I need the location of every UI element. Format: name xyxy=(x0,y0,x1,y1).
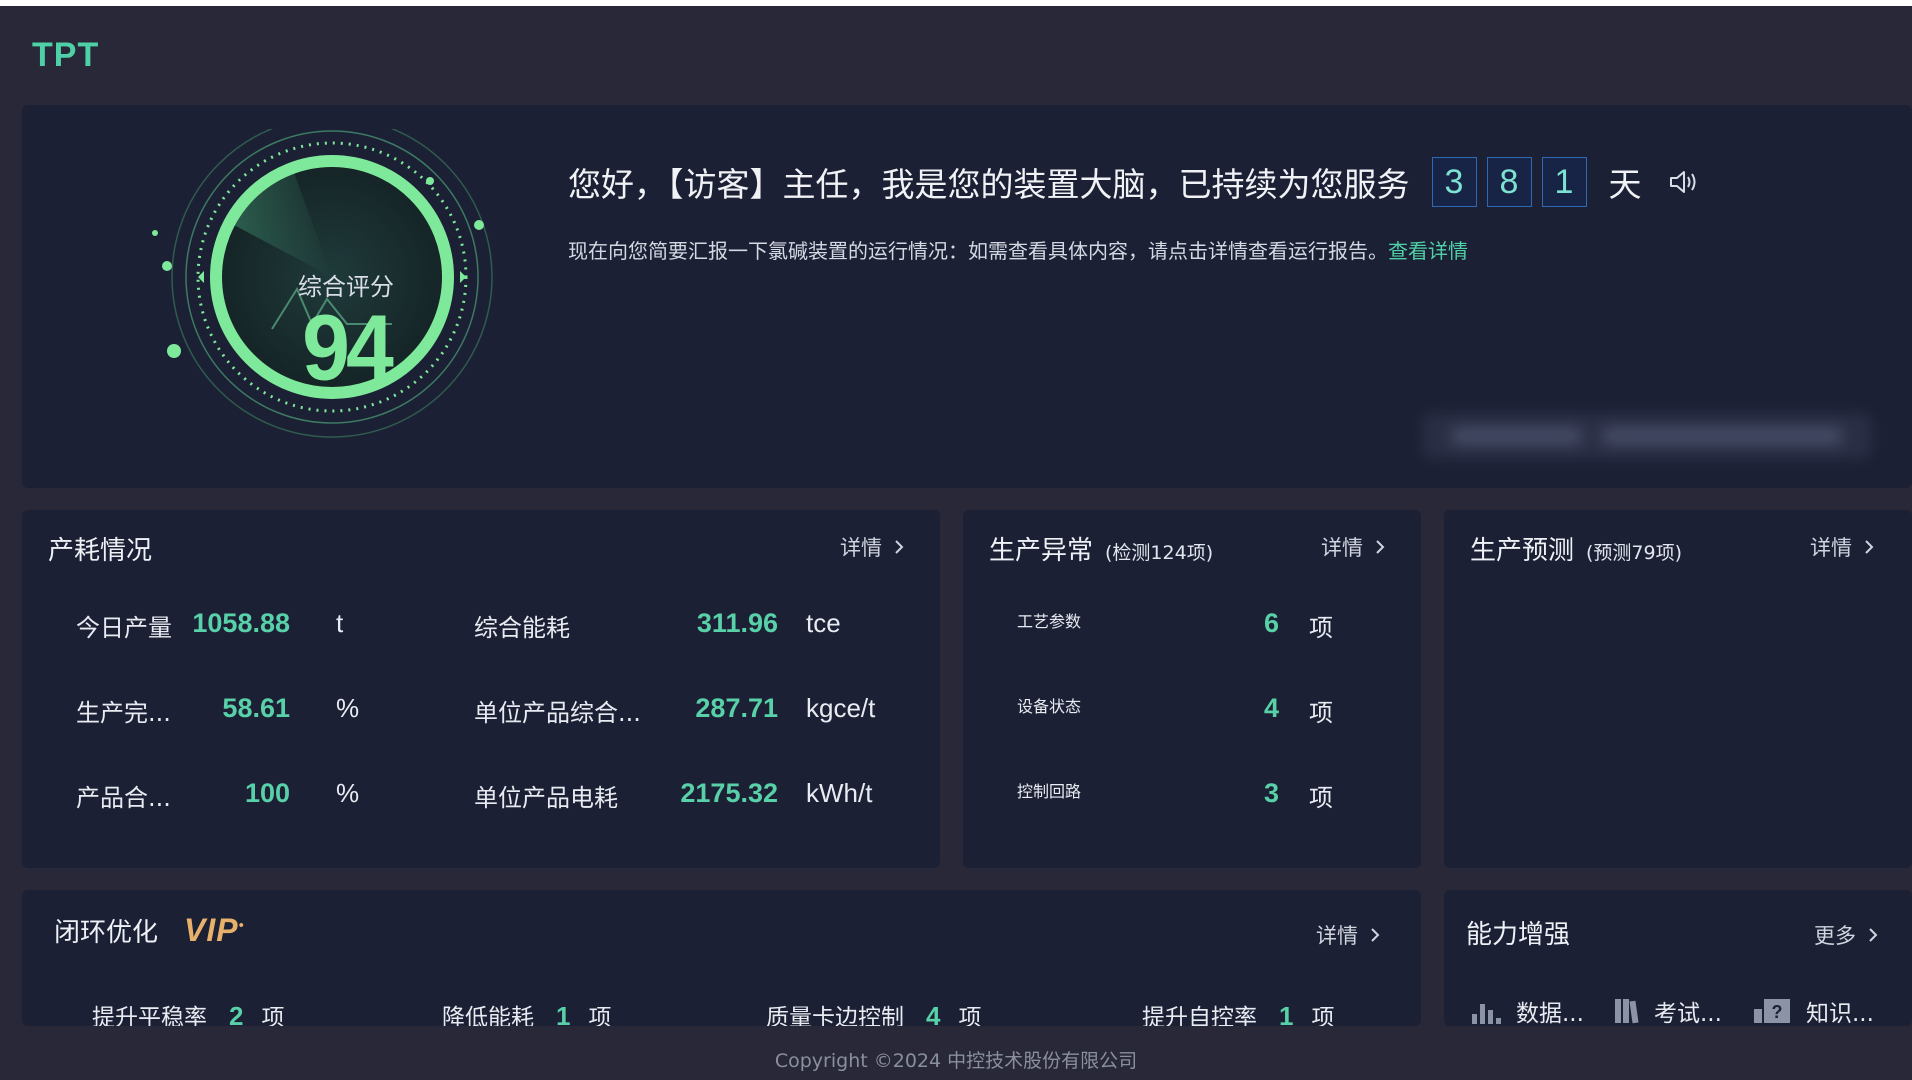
closed-loop-title-text: 闭环优化 xyxy=(54,918,159,948)
metric-value: 311.96 xyxy=(696,608,778,638)
production-detail-label: 详情 xyxy=(840,536,882,560)
score-value: 94 xyxy=(302,296,394,400)
anomaly-unit: 项 xyxy=(1309,785,1333,812)
enhance-item-knowledge[interactable]: ? 知识... xyxy=(1752,994,1874,1028)
closed-loop-title: 闭环优化 VIP• xyxy=(54,912,245,949)
forecast-title: 生产预测 (预测79项) xyxy=(1470,530,1682,567)
anomaly-label: 设备状态 xyxy=(1017,697,1082,716)
enhance-more-label: 更多 xyxy=(1814,924,1856,948)
forecast-subtitle: (预测79项) xyxy=(1586,542,1683,564)
metric-label: 单位产品综合... xyxy=(474,699,641,727)
anomaly-panel: 生产异常 (检测124项) 详情 工艺参数 6 项 设备状态 4 项 控制回路 … xyxy=(963,510,1421,868)
metric-unit: kWh/t xyxy=(806,778,873,808)
greeting-line: 您好，【访客】主任，我是您的装置大脑，已持续为您服务 3 8 1 天 xyxy=(568,157,1698,207)
production-title: 产耗情况 xyxy=(48,536,153,566)
days-digit: 3 xyxy=(1431,157,1477,207)
chevron-right-icon xyxy=(1864,539,1874,555)
anomaly-unit: 项 xyxy=(1309,700,1333,727)
metric-label: 产品合... xyxy=(76,784,171,812)
metric-value: 1058.88 xyxy=(192,608,290,638)
anomaly-title-text: 生产异常 xyxy=(989,536,1094,566)
forecast-detail-label: 详情 xyxy=(1810,536,1852,560)
production-detail-button[interactable]: 详情 xyxy=(840,532,904,562)
closed-loop-panel: 闭环优化 VIP• 详情 提升平稳率 2 项 降低能耗 1 项 质量卡边控制 4… xyxy=(22,890,1421,1031)
anomaly-unit: 项 xyxy=(1309,615,1333,642)
chevron-right-icon xyxy=(1370,927,1380,943)
score-gauge: 综合评分 94 xyxy=(122,116,522,469)
production-panel: 产耗情况 详情 今日产量 1058.88 t 生产完... 58.61 % 产品… xyxy=(22,510,940,868)
metric-label: 生产完... xyxy=(76,699,171,727)
anomaly-label: 工艺参数 xyxy=(1017,612,1082,631)
metric-label: 综合能耗 xyxy=(474,614,570,642)
question-icon: ? xyxy=(1752,997,1792,1025)
enhance-panel: 能力增强 更多 数据... 考试... ? 知识... xyxy=(1444,890,1912,1028)
enhance-item-label: 考试... xyxy=(1654,1001,1722,1027)
days-digit: 8 xyxy=(1486,157,1532,207)
metric-unit: % xyxy=(336,778,360,808)
metric-unit: % xyxy=(336,693,360,723)
hero-subtitle-text: 现在向您简要汇报一下氯碱装置的运行情况：如需查看具体内容，请点击详情查看运行报告… xyxy=(568,239,1388,263)
metric-value: 58.61 xyxy=(222,693,290,723)
enhance-item-exam[interactable]: 考试... xyxy=(1612,994,1722,1028)
forecast-detail-button[interactable]: 详情 xyxy=(1810,532,1874,562)
bar-chart-icon xyxy=(1470,998,1502,1024)
chevron-right-icon xyxy=(894,539,904,555)
days-unit: 天 xyxy=(1608,165,1642,204)
metric-unit: t xyxy=(336,608,344,638)
anomaly-count: 6 xyxy=(1263,608,1279,638)
svg-text:?: ? xyxy=(1772,1002,1783,1022)
metric-value: 2175.32 xyxy=(680,778,778,808)
enhance-item-label: 知识... xyxy=(1806,1001,1874,1027)
enhance-item-data[interactable]: 数据... xyxy=(1470,994,1584,1028)
metric-unit: tce xyxy=(806,608,841,638)
app-frame: TPT 综合评分 94 您好，【访客】主任，我是您的装置大脑，已持续为您服务 3… xyxy=(0,6,1912,1080)
anomaly-detail-button[interactable]: 详情 xyxy=(1321,532,1385,562)
footer-copyright: Copyright ©2024 中控技术股份有限公司 xyxy=(0,1026,1912,1080)
metric-value: 100 xyxy=(244,778,290,808)
forecast-panel: 生产预测 (预测79项) 详情 xyxy=(1444,510,1912,868)
metric-unit: kgce/t xyxy=(806,693,876,723)
enhance-item-label: 数据... xyxy=(1516,1001,1584,1027)
metric-label: 今日产量 xyxy=(76,614,172,642)
app-logo: TPT xyxy=(32,36,100,74)
metric-label: 单位产品电耗 xyxy=(474,784,618,812)
book-icon xyxy=(1612,997,1640,1025)
speaker-icon[interactable] xyxy=(1668,169,1698,195)
enhance-title: 能力增强 xyxy=(1466,920,1571,950)
metric-value: 287.71 xyxy=(695,693,778,723)
anomaly-count: 3 xyxy=(1263,778,1279,808)
anomaly-title: 生产异常 (检测124项) xyxy=(989,530,1213,567)
anomaly-subtitle: (检测124项) xyxy=(1105,542,1214,564)
anomaly-count: 4 xyxy=(1263,693,1279,723)
vip-badge-text: VIP xyxy=(184,912,239,948)
greeting-text: 您好，【访客】主任，我是您的装置大脑，已持续为您服务 xyxy=(568,165,1410,204)
closed-loop-detail-button[interactable]: 详情 xyxy=(1316,920,1380,950)
anomaly-detail-label: 详情 xyxy=(1321,536,1363,560)
chevron-right-icon xyxy=(1375,539,1385,555)
forecast-title-text: 生产预测 xyxy=(1470,536,1575,566)
anomaly-label: 控制回路 xyxy=(1017,782,1082,801)
enhance-more-button[interactable]: 更多 xyxy=(1814,920,1878,950)
chevron-right-icon xyxy=(1868,927,1878,943)
vip-star-icon: • xyxy=(238,916,245,933)
days-digit: 1 xyxy=(1541,157,1587,207)
blurred-info-chip xyxy=(1422,413,1872,459)
vip-badge: VIP• xyxy=(184,912,244,949)
view-details-link[interactable]: 查看详情 xyxy=(1388,239,1468,263)
closed-loop-detail-label: 详情 xyxy=(1316,924,1358,948)
hero-panel: 综合评分 94 您好，【访客】主任，我是您的装置大脑，已持续为您服务 3 8 1… xyxy=(22,105,1912,488)
hero-subtitle: 现在向您简要汇报一下氯碱装置的运行情况：如需查看具体内容，请点击详情查看运行报告… xyxy=(568,235,1468,264)
